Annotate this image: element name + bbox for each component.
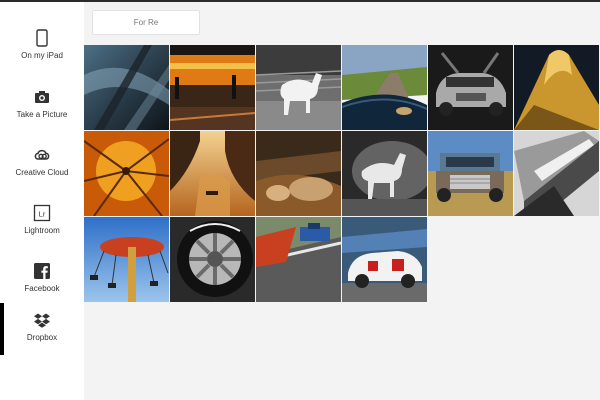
- sidebar-item-lightroom[interactable]: Lr Lightroom: [0, 196, 84, 252]
- photo-orange-umbrella[interactable]: [84, 131, 169, 216]
- sidebar-item-label: Facebook: [24, 284, 60, 293]
- photo-dog-paw-blanket[interactable]: [256, 131, 341, 216]
- photo-porsche-racing-blur[interactable]: [342, 217, 427, 302]
- facebook-icon: [33, 262, 51, 280]
- creative-cloud-icon: [33, 146, 51, 164]
- photo-mercedes-gullwing-bw[interactable]: [428, 45, 513, 130]
- photo-country-road-hood[interactable]: [342, 45, 427, 130]
- sidebar-item-label: Take a Picture: [16, 110, 68, 119]
- sidebar-item-facebook[interactable]: Facebook: [0, 254, 84, 310]
- sidebar-item-on-my-ipad[interactable]: On my iPad: [0, 21, 84, 77]
- photo-horse-dust-bw[interactable]: [342, 131, 427, 216]
- active-indicator: [0, 303, 4, 355]
- photo-knife-blade-bw[interactable]: [514, 131, 599, 216]
- sidebar-item-take-a-picture[interactable]: Take a Picture: [0, 80, 84, 136]
- sidebar-item-creative-cloud[interactable]: Creative Cloud: [0, 138, 84, 194]
- photo-browser: [84, 2, 600, 400]
- sidebar-item-label: Creative Cloud: [15, 168, 69, 177]
- ipad-icon: [33, 29, 51, 47]
- photo-michelin-wheel[interactable]: [170, 217, 255, 302]
- photo-golden-metal-curve[interactable]: [514, 45, 599, 130]
- svg-text:Lr: Lr: [39, 209, 46, 218]
- photo-swing-carousel[interactable]: [84, 217, 169, 302]
- sidebar-item-label: On my iPad: [21, 51, 63, 60]
- sidebar-item-dropbox[interactable]: Dropbox: [0, 303, 84, 359]
- photo-white-horse-corral[interactable]: [256, 45, 341, 130]
- search-input[interactable]: [92, 10, 200, 35]
- photo-car-windshield-abstract[interactable]: [84, 45, 169, 130]
- photo-old-truck-field[interactable]: [428, 131, 513, 216]
- photo-race-car-curve[interactable]: [256, 217, 341, 302]
- sidebar-item-label: Dropbox: [26, 333, 58, 342]
- dropbox-icon: [33, 311, 51, 329]
- source-sidebar: On my iPad Take a Picture Creative Cloud: [0, 2, 84, 400]
- photo-golden-river-boat[interactable]: [170, 131, 255, 216]
- photo-train-platform-orange[interactable]: [170, 45, 255, 130]
- sidebar-item-label: Lightroom: [24, 226, 60, 235]
- lightroom-icon: Lr: [33, 204, 51, 222]
- camera-icon: [33, 88, 51, 106]
